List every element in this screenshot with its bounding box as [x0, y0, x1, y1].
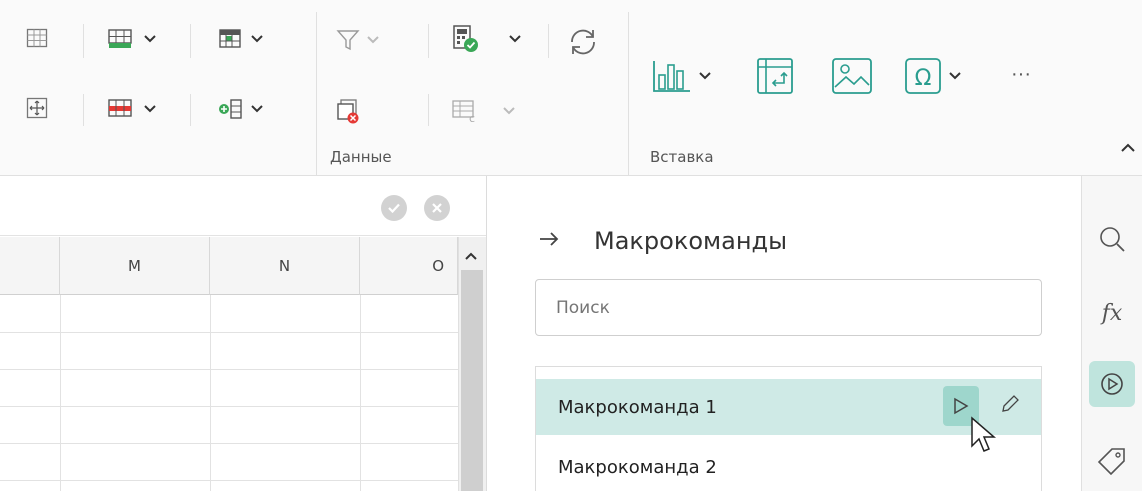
chevron-down-icon [699, 72, 711, 80]
recalculate-icon: c [452, 100, 475, 124]
chevron-down-icon [503, 107, 515, 115]
image-icon [832, 58, 872, 94]
play-icon [954, 397, 969, 415]
recalculate-button[interactable]: c [451, 98, 515, 124]
table-grid-icon [26, 28, 48, 48]
sidebar-tag-button[interactable] [1089, 438, 1135, 484]
group-separator [316, 12, 317, 176]
scrollbar-thumb[interactable] [461, 270, 483, 491]
chevron-down-icon [251, 105, 263, 113]
group-label-insert: Вставка [650, 148, 714, 166]
ribbon-separator [190, 24, 191, 58]
ribbon-separator [428, 94, 429, 126]
row-line [0, 369, 458, 370]
chevron-up-icon [465, 252, 477, 260]
row-line [0, 332, 458, 333]
chevron-down-icon [949, 72, 961, 80]
row-line [0, 480, 458, 481]
column-line [210, 295, 211, 491]
group-separator [628, 12, 629, 176]
clear-filter-button[interactable] [336, 98, 362, 124]
pivot-table-icon [757, 58, 793, 94]
sidebar-search-button[interactable] [1089, 216, 1135, 262]
insert-table-button[interactable] [218, 28, 263, 50]
panel-title: Макрокоманды [594, 227, 788, 255]
ribbon-separator [83, 94, 84, 126]
filter-button[interactable] [336, 28, 379, 52]
pencil-icon [1002, 395, 1019, 412]
formula-bar[interactable] [0, 176, 486, 236]
tag-icon [1097, 448, 1125, 476]
ribbon-toolbar: c Данные Ω ··· Вставка [0, 0, 1142, 176]
macros-icon [1101, 373, 1123, 395]
insert-column-icon [219, 99, 242, 119]
arrow-right-icon [540, 232, 559, 246]
row-line [0, 443, 458, 444]
delete-row-icon [108, 99, 132, 117]
chevron-down-icon [251, 35, 263, 43]
chevron-down-icon [509, 35, 521, 43]
macro-label: Макрокоманда 2 [558, 456, 717, 478]
chart-button[interactable] [652, 59, 711, 93]
insert-column-button[interactable] [218, 98, 263, 120]
column-header-m[interactable]: M [60, 237, 210, 295]
sidebar-function-button[interactable]: fx [1089, 290, 1135, 336]
more-icon: ··· [1011, 63, 1031, 85]
function-icon: fx [1101, 300, 1123, 326]
confirm-button[interactable] [381, 195, 407, 221]
calculate-button[interactable] [451, 24, 521, 54]
more-button[interactable]: ··· [1011, 63, 1031, 86]
delete-row-button[interactable] [107, 98, 156, 120]
column-header-o[interactable]: O [360, 237, 458, 295]
edit-macro-button[interactable] [998, 392, 1022, 421]
insert-table-icon [219, 29, 241, 48]
ribbon-separator [428, 24, 429, 58]
calculate-icon [453, 25, 478, 52]
search-input[interactable] [535, 279, 1042, 336]
insert-row-button[interactable] [107, 28, 156, 50]
ribbon-separator [190, 94, 191, 126]
sidebar-macros-button[interactable] [1089, 361, 1135, 407]
column-header[interactable] [0, 237, 60, 295]
chevron-down-icon [144, 35, 156, 43]
row-line [0, 406, 458, 407]
group-label-data: Данные [330, 148, 392, 166]
refresh-icon [571, 29, 595, 55]
column-line [60, 295, 61, 491]
check-icon [388, 203, 400, 214]
cancel-button[interactable] [424, 195, 450, 221]
search-icon [1100, 227, 1125, 252]
pivot-table-button[interactable] [756, 57, 794, 95]
panel-back-button[interactable] [538, 230, 560, 253]
refresh-button[interactable] [566, 25, 600, 59]
move-table-button[interactable] [26, 97, 48, 119]
column-line [360, 295, 361, 491]
symbol-icon: Ω [905, 58, 941, 94]
image-button[interactable] [831, 57, 873, 95]
svg-text:Ω: Ω [915, 66, 932, 91]
scroll-up-button[interactable] [464, 248, 478, 266]
column-header-n[interactable]: N [210, 237, 360, 295]
svg-text:c: c [469, 112, 475, 124]
move-table-icon [26, 97, 48, 119]
close-icon [432, 203, 442, 213]
table-grid-button[interactable] [26, 27, 48, 49]
chevron-down-icon [144, 105, 156, 113]
list-item-macro-2[interactable]: Макрокоманда 2 [536, 439, 1041, 491]
ribbon-separator [83, 24, 84, 58]
chevron-down-icon [367, 36, 379, 44]
ribbon-separator [548, 24, 549, 58]
mouse-cursor-icon [970, 416, 998, 459]
chevron-up-icon [1121, 143, 1135, 152]
chart-icon [653, 61, 690, 92]
macro-label: Макрокоманда 1 [558, 396, 717, 418]
collapse-ribbon-button[interactable] [1120, 140, 1136, 158]
insert-row-icon [108, 29, 132, 48]
clear-filter-icon [337, 99, 359, 124]
symbol-button[interactable]: Ω [904, 57, 961, 95]
filter-icon [336, 30, 360, 51]
